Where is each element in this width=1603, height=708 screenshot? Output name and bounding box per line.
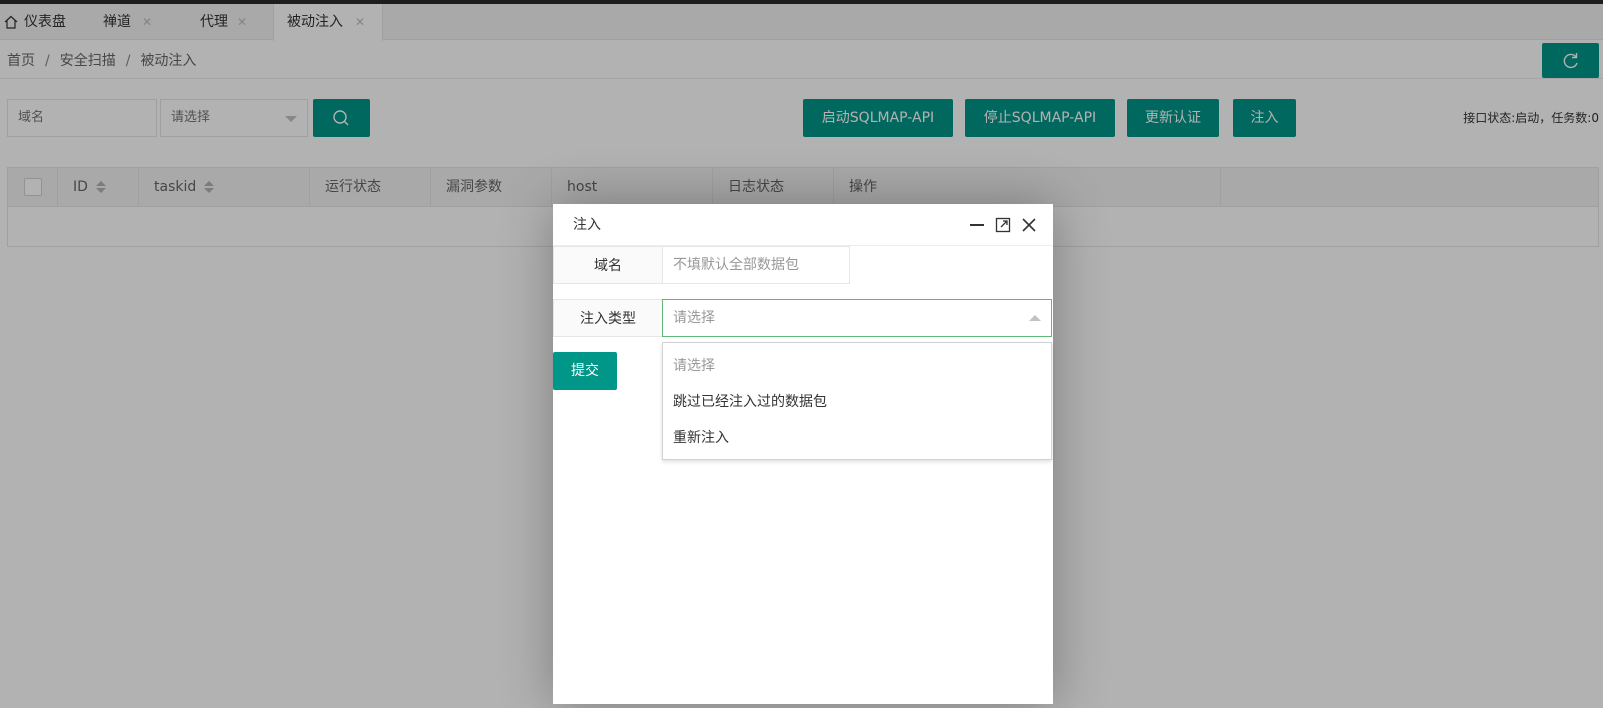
inject-type-select[interactable]: 请选择 — [662, 299, 1052, 337]
page: 仪表盘 禅道 ✕ 代理 ✕ 被动注入 ✕ 首页 / 安全扫描 / 被动注入 域名 请选择 — [0, 0, 1603, 708]
dropdown-option-skip-injected[interactable]: 跳过已经注入过的数据包 — [663, 384, 1051, 420]
select-placeholder: 请选择 — [673, 310, 715, 326]
dropdown-option-reinject[interactable]: 重新注入 — [663, 420, 1051, 456]
close-icon[interactable] — [1020, 216, 1038, 234]
maximize-icon[interactable] — [994, 216, 1012, 234]
chevron-up-icon — [1029, 315, 1041, 321]
domain-input[interactable]: 不填默认全部数据包 — [662, 246, 850, 284]
inject-type-label: 注入类型 — [553, 299, 663, 337]
inject-type-dropdown: 请选择 跳过已经注入过的数据包 重新注入 — [662, 342, 1052, 460]
dropdown-option-placeholder[interactable]: 请选择 — [663, 348, 1051, 384]
submit-button[interactable]: 提交 — [553, 352, 617, 390]
minimize-icon[interactable] — [968, 216, 986, 234]
domain-label: 域名 — [553, 246, 663, 284]
inject-dialog: 注入 域名 不填默认全部数据包 注入类型 请选择 提交 请选择 跳过已经注入过的… — [553, 204, 1053, 704]
dialog-title-text: 注入 — [573, 217, 601, 233]
